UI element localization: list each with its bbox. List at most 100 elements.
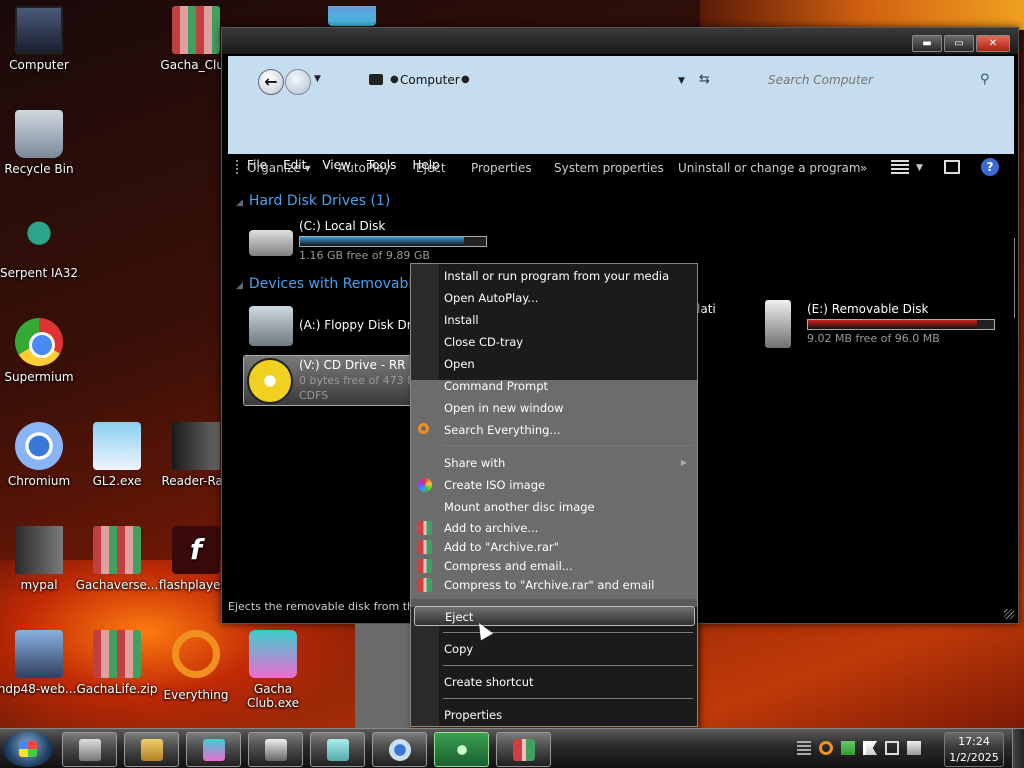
menu-item-compress-to-rar-email[interactable]: Compress to "Archive.rar" and email [411,575,697,595]
winrar-icon [513,739,535,761]
properties-button[interactable]: Properties [471,161,532,175]
show-desktop-button[interactable] [1012,729,1024,768]
menu-item-label: Properties [444,708,503,722]
help-icon[interactable]: ? [981,158,999,176]
system-properties-button[interactable]: System properties [554,161,664,175]
refresh-icon[interactable]: ⇆ [699,72,710,87]
recent-pages-dropdown[interactable]: ▼ [314,74,321,84]
menu-item-command-prompt[interactable]: Command Prompt [411,376,697,396]
supermium-icon [15,318,63,366]
taskbar: 17:24 1/2/2025 [0,728,1024,768]
maximize-button[interactable]: ▭ [944,35,974,52]
tray-volume-muted-icon[interactable] [907,741,921,755]
menu-item-add-to-archive[interactable]: Add to archive... [411,518,697,538]
taskbar-button-gacha-club[interactable] [186,732,241,767]
taskbar-button-drive[interactable] [248,732,303,767]
preview-pane-icon[interactable] [944,160,960,174]
desktop-icon-computer[interactable]: Computer [0,6,85,72]
tray-safely-remove-icon[interactable] [841,741,855,755]
menu-item-label: Create shortcut [444,675,534,689]
tray-everything-icon[interactable] [819,741,833,755]
computer-icon [369,74,383,85]
menu-item-search-everything[interactable]: Search Everything... [411,420,697,440]
menu-item-open-autoplay[interactable]: Open AutoPlay... [411,288,697,308]
desktop-icon-serpent[interactable]: Serpent IA32 [0,214,85,280]
menu-item-label: Create ISO image [444,478,546,492]
folder-icon [141,739,163,761]
drive-e[interactable]: (E:) Removable Disk 9.02 MB free of 96.0… [807,302,995,345]
desktop-icon-supermium[interactable]: Supermium [0,318,85,384]
menu-item-close-cd-tray[interactable]: Close CD-tray [411,332,697,352]
chromium-icon [15,422,63,470]
drive-c[interactable]: (C:) Local Disk 1.16 GB free of 9.89 GB [299,219,487,262]
eject-button[interactable]: Eject [416,161,446,175]
desktop-icon-label: Gacha Club.exe [246,682,300,710]
taskbar-button-explorer[interactable] [124,732,179,767]
uninstall-program-button[interactable]: Uninstall or change a program [678,161,861,175]
drive-partial-label[interactable]: lati [697,302,716,316]
taskbar-button-media[interactable] [62,732,117,767]
menu-item-share-with[interactable]: Share with ▶ [411,453,697,473]
menu-item-mount-disc-image[interactable]: Mount another disc image [411,497,697,517]
menu-item-install-or-run[interactable]: Install or run program from your media [411,266,697,286]
menu-item-eject[interactable]: Eject [414,606,695,626]
menu-item-label: Share with [444,456,506,470]
clock-time: 17:24 [958,735,990,748]
menu-item-properties[interactable]: Properties [411,705,697,725]
menu-item-label: Install or run program from your media [444,269,670,283]
search-icon[interactable]: ⚲ [980,72,990,87]
menu-item-label: Search Everything... [444,423,561,437]
command-bar: Organize ▾ AutoPlay Eject Properties Sys… [228,154,1014,186]
taskbar-button-serpent[interactable] [434,732,489,767]
desktop-icon-gacha-club-exe[interactable]: Gacha Club.exe [227,630,319,710]
breadcrumb-computer[interactable]: Computer [400,73,460,87]
tray-network-icon[interactable] [885,741,899,755]
menu-item-open-new-window[interactable]: Open in new window [411,398,697,418]
desktop-icon-recycle-bin[interactable]: Recycle Bin [0,110,85,176]
drive-usage-bar [807,319,995,330]
menu-item-install[interactable]: Install [411,310,697,330]
more-commands-button[interactable]: » [860,161,867,175]
clock[interactable]: 17:24 1/2/2025 [944,732,1004,767]
taskbar-button-chromium[interactable] [372,732,427,767]
view-dropdown-icon[interactable]: ▼ [916,163,923,173]
resize-grip[interactable] [1004,609,1014,619]
menu-item-label: Mount another disc image [444,500,595,514]
organize-button[interactable]: Organize ▾ [247,161,311,175]
iso-disc-icon [418,478,432,492]
menu-item-label: Close CD-tray [444,335,524,349]
menu-item-label: Install [444,313,479,327]
desktop-icon-partial[interactable] [328,6,376,26]
breadcrumb-separator[interactable]: ● [461,74,470,85]
minimize-button[interactable]: ▬ [912,35,942,52]
autoplay-button[interactable]: AutoPlay [338,161,391,175]
menu-item-label: Compress to "Archive.rar" and email [444,578,655,592]
drive-v[interactable]: (V:) CD Drive - RR Kir 0 bytes free of 4… [299,358,411,402]
tray-list-icon[interactable] [797,741,811,755]
menu-item-compress-and-email[interactable]: Compress and email... [411,556,697,576]
title-bar[interactable] [222,28,1018,54]
taskbar-button-winrar[interactable] [496,732,551,767]
menu-item-copy[interactable]: Copy [411,639,697,659]
gacha-club-icon [203,739,225,761]
winrar-icon [418,521,432,535]
group-header-hdd[interactable]: ◢ Hard Disk Drives (1) [236,193,390,209]
drive-free-space: 9.02 MB free of 96.0 MB [807,332,940,345]
menu-item-open[interactable]: Open [411,354,697,374]
gacha-club-icon [249,630,297,678]
start-button[interactable] [3,731,53,767]
forward-button[interactable] [285,69,311,95]
search-input[interactable] [765,69,1001,91]
address-dropdown[interactable]: ▼ [678,76,685,86]
group-title: Devices with Removable [248,276,421,292]
back-button[interactable]: ← [258,69,284,95]
breadcrumb-separator[interactable]: ● [390,74,399,85]
menu-item-create-iso[interactable]: Create ISO image [411,475,697,495]
taskbar-button-notepad[interactable] [310,732,365,767]
close-button[interactable]: ✕ [976,35,1010,52]
group-header-removable[interactable]: ◢ Devices with Removable [236,276,421,292]
menu-item-add-to-archive-rar[interactable]: Add to "Archive.rar" [411,537,697,557]
menu-item-create-shortcut[interactable]: Create shortcut [411,672,697,692]
tray-flag-icon[interactable] [863,741,877,755]
change-view-icon[interactable] [891,160,909,176]
